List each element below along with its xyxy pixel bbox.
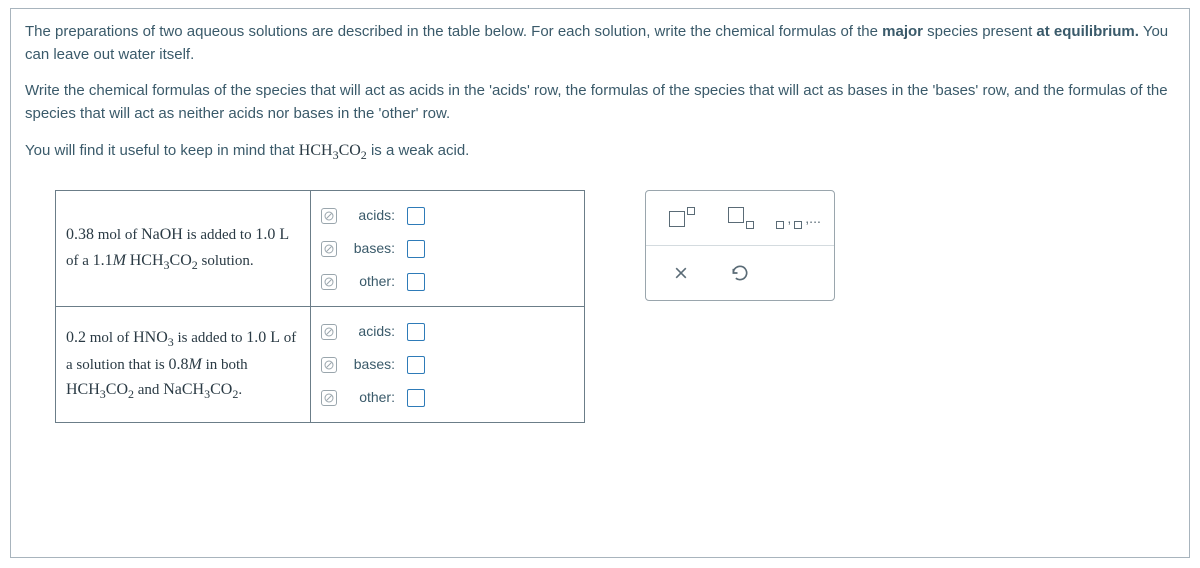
other-input[interactable] xyxy=(407,273,425,291)
table-row: 0.2 mol of HNO3 is added to 1.0 L of a s… xyxy=(56,307,585,423)
prompt-line2: Write the chemical formulas of the speci… xyxy=(25,80,1175,125)
reset-icon[interactable] xyxy=(321,324,337,340)
reset-icon[interactable] xyxy=(321,241,337,257)
other-label: other: xyxy=(349,387,395,408)
prompt-line1a: The preparations of two aqueous solution… xyxy=(25,23,882,40)
reset-icon[interactable] xyxy=(321,208,337,224)
superscript-button[interactable] xyxy=(657,201,705,235)
row2-other: other: xyxy=(321,381,574,414)
toolbar-row-1: ,,... xyxy=(646,191,834,245)
table-row: 0.38 mol of NaOH is added to 1.0 L of a … xyxy=(56,191,585,307)
list-button[interactable]: ,,... xyxy=(775,201,823,235)
work-area: 0.38 mol of NaOH is added to 1.0 L of a … xyxy=(25,190,1175,423)
row2-bases: bases: xyxy=(321,348,574,381)
format-toolbar: ,,... xyxy=(645,190,835,301)
weak-acid-formula: HCH3CO2 xyxy=(299,142,367,159)
clear-button[interactable] xyxy=(657,256,705,290)
solution2-answers: acids: bases: other: xyxy=(311,307,585,423)
reset-icon[interactable] xyxy=(321,390,337,406)
prompt-equilibrium: at equilibrium. xyxy=(1036,23,1139,40)
undo-button[interactable] xyxy=(716,256,764,290)
row1-acids: acids: xyxy=(321,199,574,232)
toolbar-spacer xyxy=(775,256,823,290)
solution1-description: 0.38 mol of NaOH is added to 1.0 L of a … xyxy=(56,191,311,307)
prompt-line3a: You will find it useful to keep in mind … xyxy=(25,142,299,159)
acids-input[interactable] xyxy=(407,323,425,341)
bases-label: bases: xyxy=(349,354,395,375)
solution2-description: 0.2 mol of HNO3 is added to 1.0 L of a s… xyxy=(56,307,311,423)
solutions-table: 0.38 mol of NaOH is added to 1.0 L of a … xyxy=(55,190,585,423)
other-label: other: xyxy=(349,271,395,292)
toolbar-row-2 xyxy=(646,245,834,300)
prompt-line1c: species present xyxy=(923,23,1036,40)
prompt-line3b: is a weak acid. xyxy=(367,142,470,159)
acids-label: acids: xyxy=(349,205,395,226)
bases-input[interactable] xyxy=(407,356,425,374)
row1-bases: bases: xyxy=(321,232,574,265)
prompt-major: major xyxy=(882,23,923,40)
reset-icon[interactable] xyxy=(321,274,337,290)
bases-label: bases: xyxy=(349,238,395,259)
reset-icon[interactable] xyxy=(321,357,337,373)
other-input[interactable] xyxy=(407,389,425,407)
acids-label: acids: xyxy=(349,321,395,342)
solution1-answers: acids: bases: other: xyxy=(311,191,585,307)
prompt-text: The preparations of two aqueous solution… xyxy=(25,21,1175,164)
row2-acids: acids: xyxy=(321,315,574,348)
subscript-button[interactable] xyxy=(716,201,764,235)
acids-input[interactable] xyxy=(407,207,425,225)
question-frame: The preparations of two aqueous solution… xyxy=(10,8,1190,558)
bases-input[interactable] xyxy=(407,240,425,258)
row1-other: other: xyxy=(321,265,574,298)
